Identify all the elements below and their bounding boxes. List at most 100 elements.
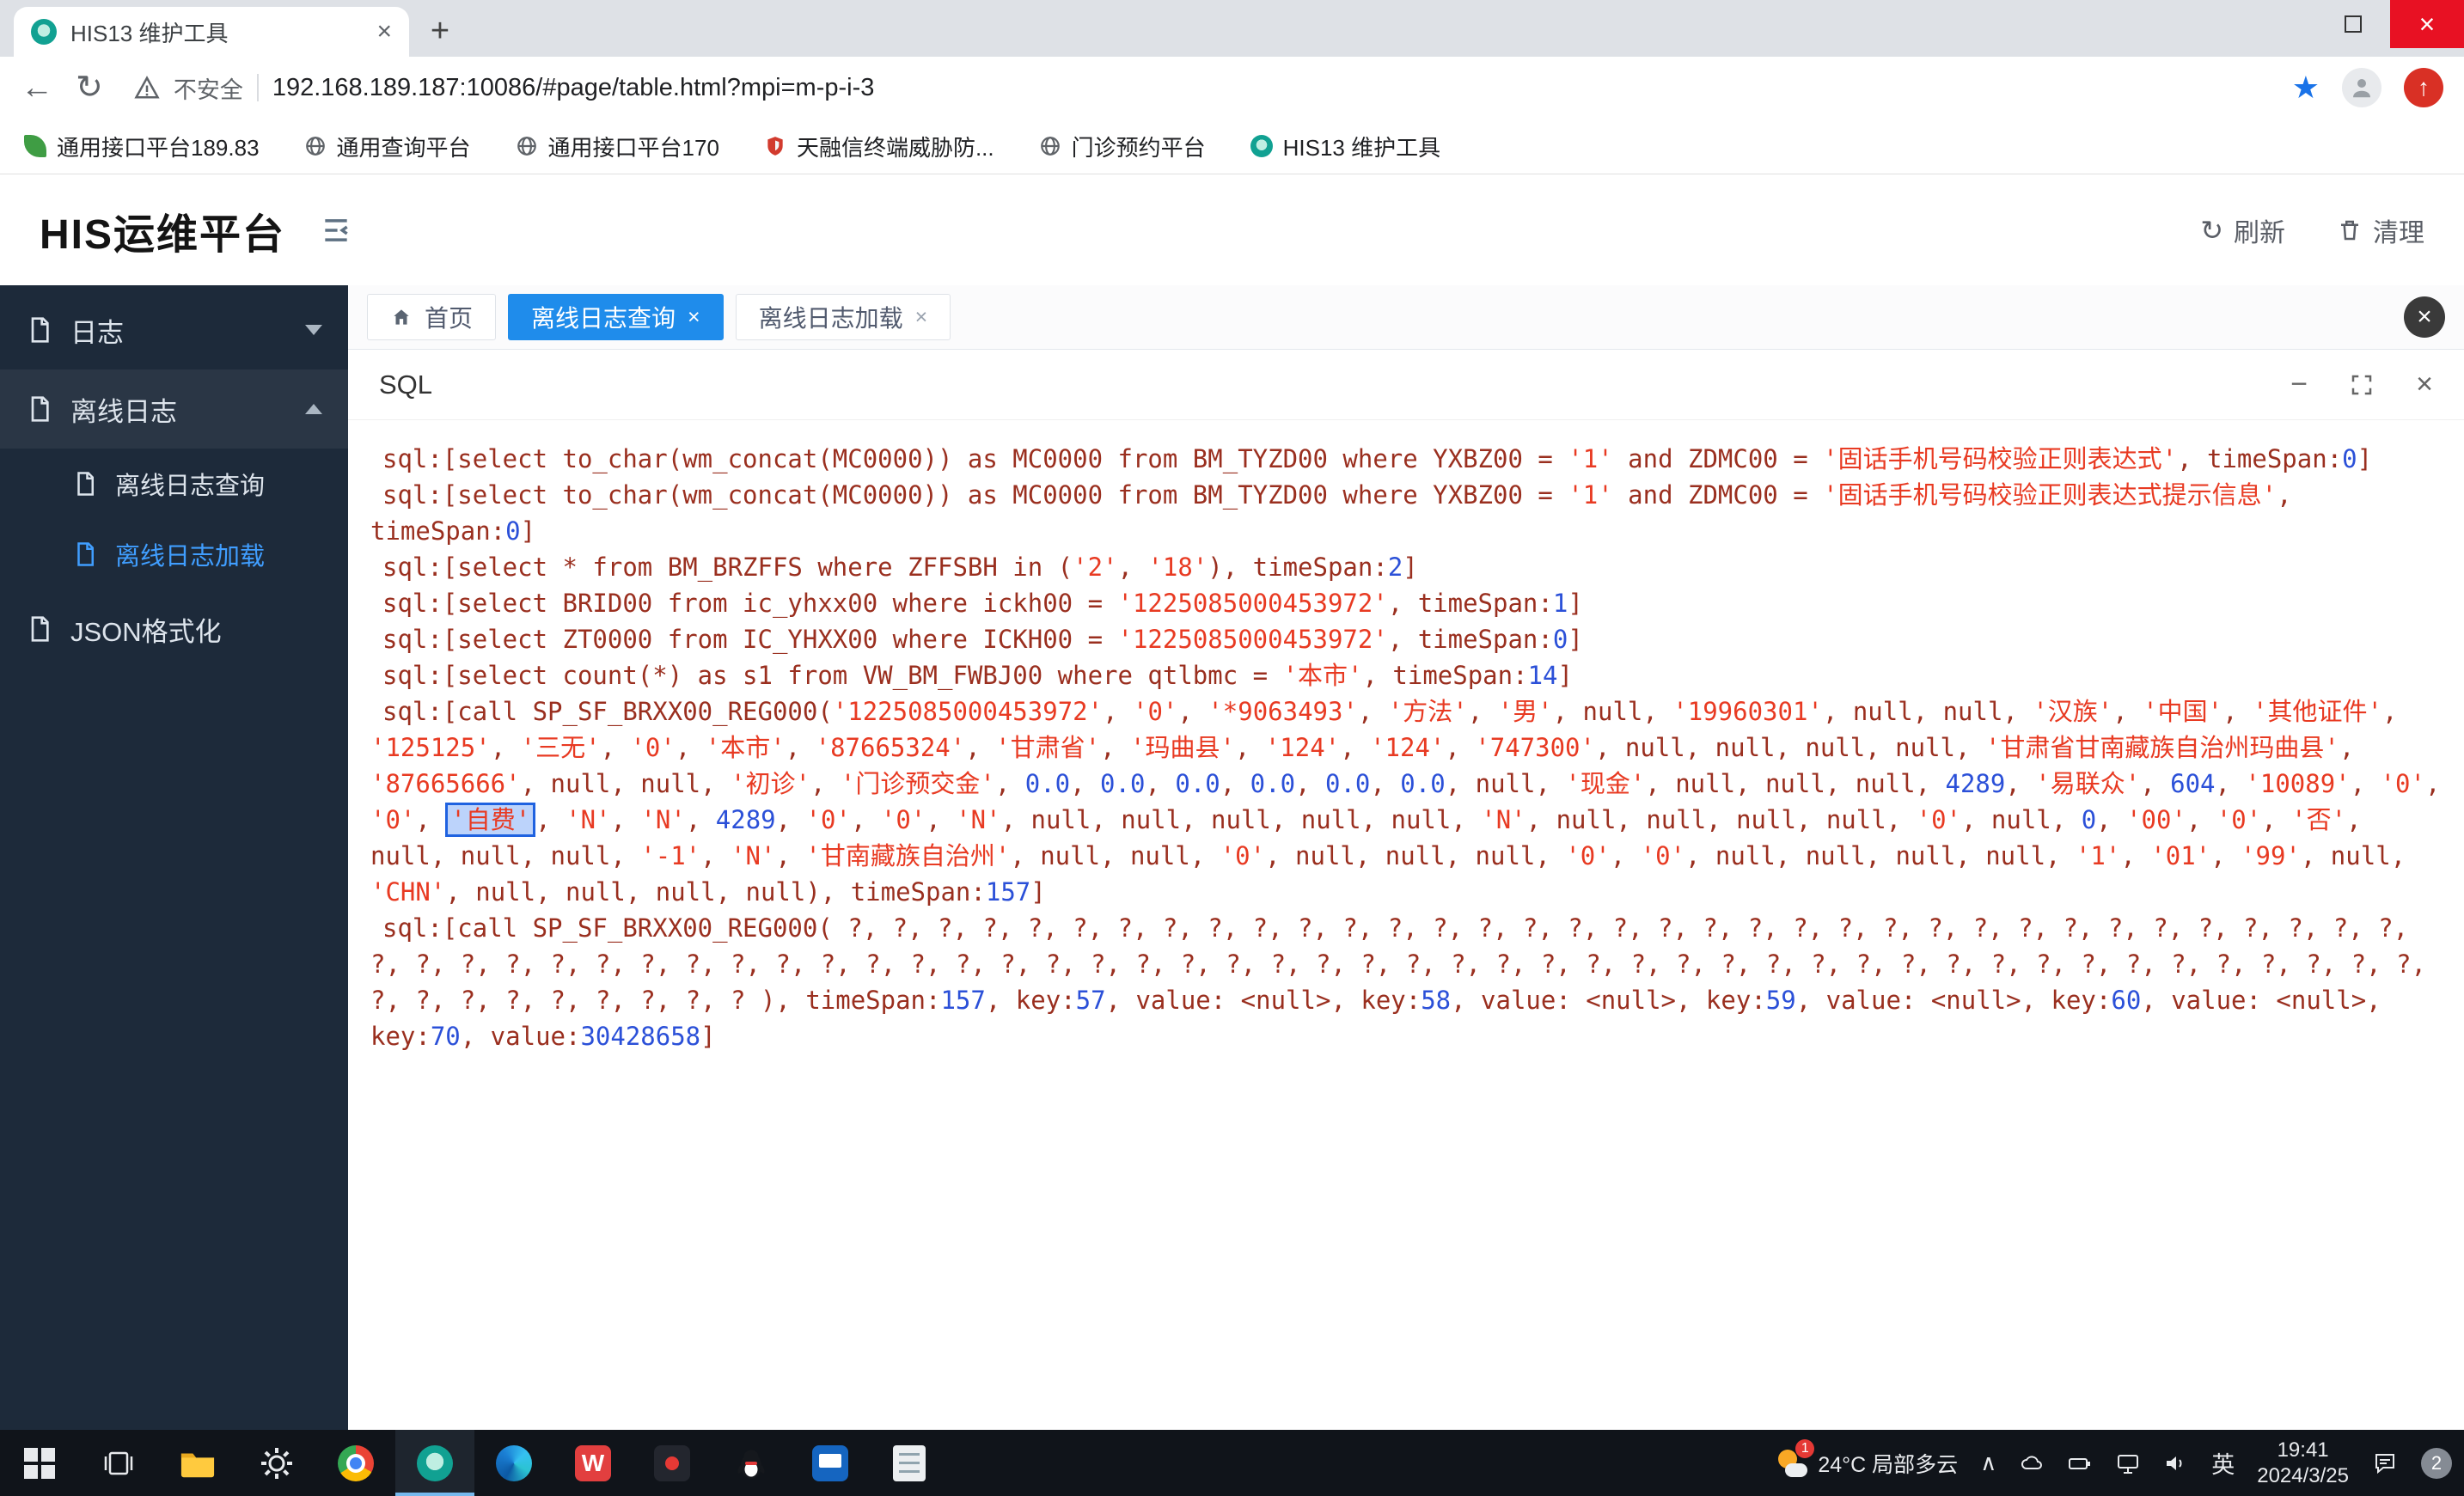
start-button[interactable] — [0, 1430, 79, 1496]
sidebar-item-label: 离线日志加载 — [115, 543, 266, 571]
tab-home[interactable]: 首页 — [367, 294, 497, 340]
browser-tab[interactable]: HIS13 维护工具 — [14, 7, 409, 57]
bookmark-item[interactable]: 通用接口平台170 — [516, 131, 719, 162]
remote-app-button[interactable] — [791, 1430, 870, 1496]
sql-segment: sql:[call SP_SF_BRXX00_REG000( — [382, 697, 833, 726]
url-divider — [256, 74, 259, 101]
network-icon[interactable] — [2115, 1450, 2141, 1476]
task-view-button[interactable] — [79, 1430, 158, 1496]
sql-segment: sql:[select ZT0000 from IC_YHXX00 where … — [382, 625, 1118, 654]
sql-segment: , — [675, 733, 706, 762]
sql-segment: , null, null, null, null, — [1685, 841, 2076, 870]
search-highlight: '自费' — [445, 803, 536, 837]
battery-icon[interactable] — [2067, 1450, 2093, 1476]
sql-segment: '门诊预交金' — [840, 769, 995, 798]
sql-segment: , null, null, null, null, — [1594, 733, 1985, 762]
panel-minimize-icon[interactable] — [2290, 368, 2308, 401]
browser-update-badge[interactable] — [2404, 68, 2443, 107]
clock[interactable]: 19:41 2024/3/25 — [2257, 1438, 2349, 1489]
back-button[interactable] — [21, 71, 53, 104]
new-tab-button[interactable]: + — [418, 9, 462, 53]
menu-collapse-icon — [325, 218, 348, 241]
file-explorer-button[interactable] — [158, 1430, 237, 1496]
window-close-button[interactable] — [2390, 0, 2464, 48]
wps-button[interactable] — [553, 1430, 633, 1496]
sql-segment: ] — [1557, 661, 1573, 690]
clean-button[interactable]: 清理 — [2337, 211, 2424, 249]
window-maximize-button[interactable] — [2316, 0, 2390, 48]
browser-tab-title: HIS13 维护工具 — [70, 20, 229, 46]
sql-log: sql:[select to_char(wm_concat(MC0000)) a… — [348, 420, 2464, 1075]
tab-label: 首页 — [425, 305, 474, 332]
sql-segment: sql:[select BRID00 from ic_yhxx00 where … — [382, 589, 1118, 618]
profile-avatar[interactable] — [2342, 68, 2381, 107]
bookmark-item[interactable]: 通用接口平台189.83 — [24, 131, 260, 162]
panel-close-icon[interactable] — [2416, 368, 2433, 401]
tab-offline-log-load[interactable]: 离线日志加载 — [735, 294, 951, 340]
tab-close-icon[interactable] — [915, 307, 928, 328]
sidebar-item-offline-log-query[interactable]: 离线日志查询 — [0, 449, 348, 519]
sql-segment: , — [775, 841, 806, 870]
sql-segment: '0' — [2380, 769, 2425, 798]
tab-close-icon[interactable] — [688, 307, 700, 328]
sql-segment: and ZDMC00 = — [1612, 444, 1824, 473]
his-tool-button[interactable] — [395, 1430, 474, 1496]
sql-segment: 157 — [940, 986, 986, 1015]
action-center-icon[interactable] — [2371, 1450, 2399, 1477]
sql-segment: 'N' — [566, 805, 611, 834]
app-icon — [1250, 135, 1273, 157]
sql-segment: ] — [1568, 625, 1583, 654]
chrome-button[interactable] — [316, 1430, 395, 1496]
person-icon — [2353, 79, 2370, 98]
url-text[interactable]: 192.168.189.187:10086/#page/table.html?m… — [272, 74, 875, 102]
bookmark-item[interactable]: 天融信终端威胁防... — [764, 131, 994, 162]
sidebar-item-offline-log-load[interactable]: 离线日志加载 — [0, 519, 348, 589]
notes-app-button[interactable] — [870, 1430, 949, 1496]
floating-badge[interactable]: 2 — [2421, 1447, 2452, 1479]
sql-segment: , key: — [985, 986, 1076, 1015]
bookmark-item[interactable]: HIS13 维护工具 — [1250, 131, 1440, 162]
bookmark-item[interactable]: 门诊预约平台 — [1039, 131, 1206, 162]
notes-app-icon — [893, 1444, 926, 1481]
reload-button[interactable] — [76, 71, 103, 104]
tab-offline-log-query[interactable]: 离线日志查询 — [508, 294, 724, 340]
browser-tab-close-icon[interactable] — [376, 19, 392, 45]
sidebar: 日志 离线日志 离线日志查询 离线日志加载 JSON格式化 — [0, 285, 348, 1430]
sidebar-item-offline-logs[interactable]: 离线日志 — [0, 369, 348, 449]
sidebar-item-json-format[interactable]: JSON格式化 — [0, 589, 348, 669]
tray-chevron-up-icon[interactable] — [1980, 1450, 1996, 1476]
window-minimize-button[interactable] — [2242, 0, 2316, 48]
security-app-button[interactable] — [633, 1430, 712, 1496]
bookmark-label: 天融信终端威胁防... — [796, 134, 994, 161]
sidebar-collapse-button[interactable] — [320, 214, 352, 247]
sql-segment: , — [785, 733, 816, 762]
sql-segment: '0' — [1220, 841, 1266, 870]
sql-segment: 'N' — [1481, 805, 1526, 834]
sql-segment: '固话手机号码校验正则表达式' — [1823, 444, 2178, 473]
volume-icon[interactable] — [2163, 1450, 2189, 1476]
sql-log-entry: sql:[call SP_SF_BRXX00_REG000( ?, ?, ?, … — [370, 910, 2442, 1054]
weather-widget[interactable]: 1 24°C 局部多云 — [1776, 1438, 1958, 1479]
refresh-button[interactable]: 刷新 — [2200, 211, 2285, 249]
sql-log-entry: sql:[select * from BM_BRZFFS where ZFFSB… — [370, 549, 2442, 585]
sql-segment: '01' — [2150, 841, 2211, 870]
sidebar-item-logs[interactable]: 日志 — [0, 290, 348, 369]
sql-segment: '0' — [1565, 841, 1611, 870]
bookmark-star-icon[interactable] — [2292, 70, 2320, 106]
input-language-indicator[interactable]: 英 — [2211, 1446, 2235, 1480]
sql-segment: '125125' — [370, 733, 491, 762]
settings-button[interactable] — [237, 1430, 316, 1496]
bookmark-label: 门诊预约平台 — [1071, 134, 1206, 161]
security-label[interactable]: 不安全 — [174, 71, 243, 105]
sql-segment: , — [685, 805, 716, 834]
sql-log-entry: sql:[select count(*) as s1 from VW_BM_FW… — [370, 657, 2442, 693]
close-all-tabs-button[interactable] — [2404, 296, 2445, 338]
sql-segment: '1' — [1568, 480, 1613, 510]
cloud-icon[interactable] — [2019, 1450, 2045, 1476]
site-favicon-icon — [31, 19, 57, 45]
panel-fullscreen-icon[interactable] — [2349, 372, 2375, 398]
bookmark-item[interactable]: 通用查询平台 — [304, 131, 471, 162]
qq-button[interactable] — [712, 1430, 791, 1496]
edge-button[interactable] — [474, 1430, 553, 1496]
address-bar[interactable]: 不安全 192.168.189.187:10086/#page/table.ht… — [125, 64, 2270, 112]
